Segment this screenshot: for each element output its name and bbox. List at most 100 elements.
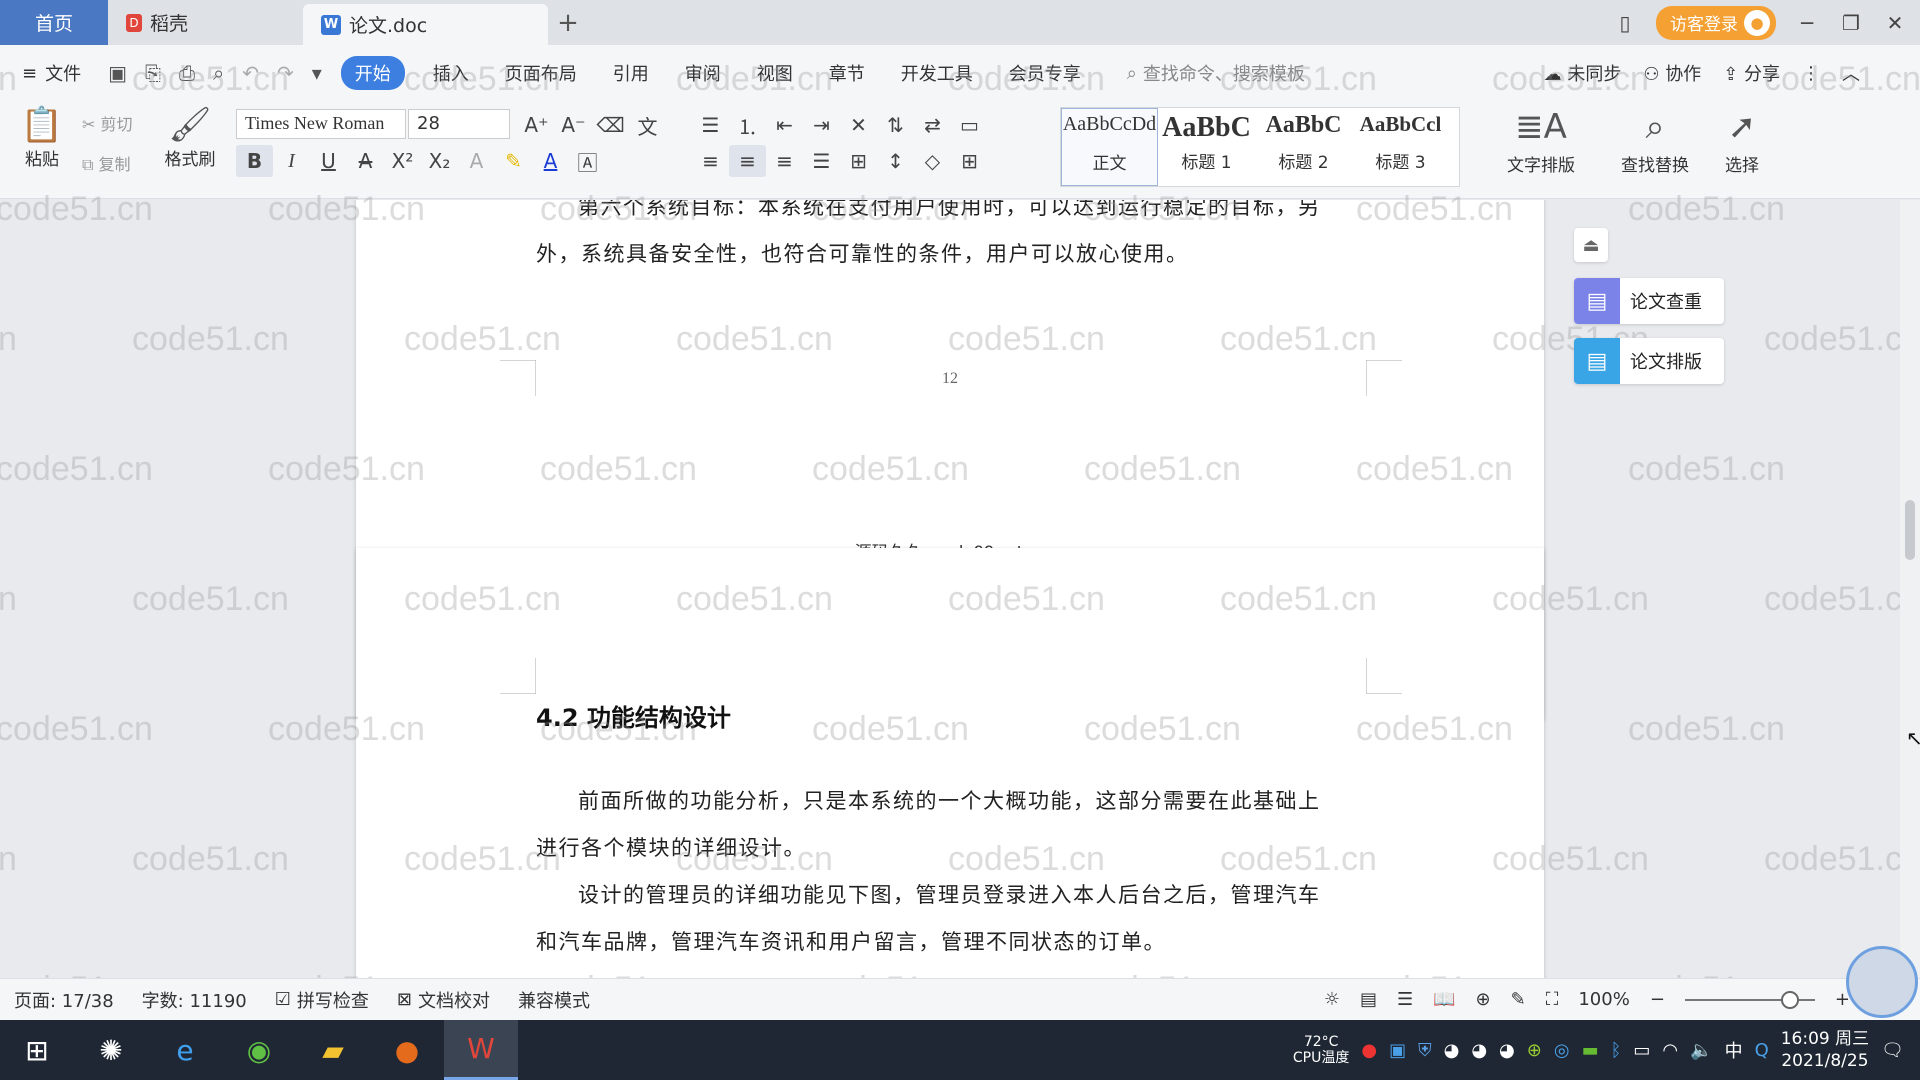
subscript-icon[interactable]: X₂ [421, 145, 458, 177]
menu-home[interactable]: 开始 [340, 56, 405, 90]
underline-icon[interactable]: U [310, 145, 347, 177]
layout-toggle-icon[interactable]: ▯ [1612, 11, 1638, 35]
doc-proof-button[interactable]: ⊠ 文档校对 [383, 987, 504, 1013]
command-search[interactable]: ⌕ 查找命令、搜索模板 [1127, 60, 1305, 86]
share-button[interactable]: ⇪ 分享 [1723, 60, 1780, 86]
bluetooth-icon[interactable]: ᛒ [1611, 1040, 1622, 1061]
align-right-icon[interactable]: ≡ [766, 145, 803, 177]
scrollbar-thumb[interactable] [1905, 500, 1915, 560]
align-left-icon[interactable]: ≡ [692, 145, 729, 177]
menu-references[interactable]: 引用 [595, 60, 667, 86]
page-view-icon[interactable]: ▤ [1360, 989, 1377, 1010]
side-panel-collapse-icon[interactable]: ⏏ [1574, 228, 1608, 262]
notification-icon[interactable]: 🗨 [1881, 1040, 1904, 1061]
font-size-select[interactable]: 28 [408, 109, 510, 139]
battery-icon[interactable]: ▭ [1633, 1040, 1650, 1061]
redo-icon[interactable]: ↷ [268, 61, 303, 85]
write-mode-icon[interactable]: ✎ [1511, 989, 1526, 1010]
browser-360-icon[interactable]: ◉ [222, 1020, 296, 1080]
justify-icon[interactable]: ☰ [803, 145, 840, 177]
taskbar-clock[interactable]: 16:09 周三 2021/8/25 [1781, 1028, 1869, 1072]
quick-access-dropdown-icon[interactable]: ▾ [303, 61, 331, 85]
zoom-out-icon[interactable]: − [1650, 989, 1665, 1010]
menu-file[interactable]: ≡ 文件 [0, 60, 99, 86]
shrink-font-icon[interactable]: A⁻ [555, 109, 592, 141]
menu-insert[interactable]: 插入 [415, 60, 487, 86]
wifi-icon[interactable]: ◠ [1662, 1040, 1678, 1061]
italic-icon[interactable]: I [273, 145, 310, 177]
ime-indicator[interactable]: 中 [1725, 1037, 1743, 1063]
save-icon[interactable]: ▣ [99, 61, 136, 85]
fit-page-icon[interactable]: ⛶ [1546, 989, 1559, 1010]
text-direction-icon[interactable]: ⇄ [914, 109, 951, 141]
menu-view[interactable]: 视图 [739, 60, 811, 86]
shading-icon[interactable]: ◇ [914, 145, 951, 177]
borders-icon[interactable]: ⊞ [951, 145, 988, 177]
outline-view-icon[interactable]: ☰ [1397, 989, 1413, 1010]
vertical-scrollbar[interactable] [1900, 200, 1920, 978]
tray-nvidia-icon[interactable]: ▬ [1582, 1040, 1599, 1061]
menu-review[interactable]: 审阅 [667, 60, 739, 86]
font-name-select[interactable]: Times New Roman [236, 109, 406, 139]
font-color-icon[interactable]: A [532, 145, 569, 177]
print-preview-icon[interactable]: ⌕ [204, 61, 233, 85]
phonetic-guide-icon[interactable]: 文 [629, 109, 666, 141]
tray-shield-icon[interactable]: ⛨ [1418, 1040, 1432, 1061]
minimize-icon[interactable]: ─ [1794, 11, 1820, 35]
restore-icon[interactable]: ❐ [1838, 11, 1864, 35]
tray-app-icon-2[interactable]: ◎ [1554, 1040, 1570, 1061]
find-replace-button[interactable]: ⌕ 查找替换 [1610, 107, 1700, 176]
eye-protection-icon[interactable]: ☼ [1324, 989, 1340, 1010]
close-window-icon[interactable]: ✕ [1882, 11, 1908, 35]
tray-qq-icon-2[interactable]: ◕ [1471, 1040, 1487, 1061]
pinwheel-app-icon[interactable]: ✺ [74, 1020, 148, 1080]
sort-icon[interactable]: ⇅ [877, 109, 914, 141]
tray-network-app-icon[interactable]: ▣ [1389, 1040, 1406, 1061]
visitor-login-button[interactable]: 访客登录 ● [1656, 5, 1776, 40]
read-mode-icon[interactable]: 📖 [1433, 989, 1455, 1010]
print-icon[interactable]: ⎙ [170, 61, 204, 85]
numbered-list-icon[interactable]: ⒈ [729, 109, 766, 141]
increase-indent-icon[interactable]: ⇥ [803, 109, 840, 141]
game-app-icon[interactable]: ● [370, 1020, 444, 1080]
page-indicator[interactable]: 页面: 17/38 [0, 987, 128, 1013]
tab-document[interactable]: W 论文.doc [303, 4, 548, 45]
new-tab-button[interactable]: + [548, 0, 588, 45]
copy-button[interactable]: ⧉ 复制 [82, 151, 131, 175]
tray-app-icon[interactable]: ● [1361, 1040, 1377, 1061]
bold-icon[interactable]: B [236, 145, 273, 177]
word-count[interactable]: 字数: 11190 [128, 987, 261, 1013]
wps-taskbar-icon[interactable]: W [444, 1020, 518, 1080]
start-menu-icon[interactable]: ⊞ [0, 1020, 74, 1080]
ruler-icon[interactable]: ▭ [951, 109, 988, 141]
align-center-icon[interactable]: ≡ [729, 145, 766, 177]
style-heading-2[interactable]: AaBbC 标题 2 [1255, 108, 1352, 186]
menu-page-layout[interactable]: 页面布局 [487, 60, 595, 86]
tray-plus-icon[interactable]: ⊕ [1527, 1040, 1542, 1061]
collaborate-button[interactable]: ⚇ 协作 [1643, 60, 1701, 86]
paper-layout-button[interactable]: ▤ 论文排版 [1574, 338, 1724, 384]
volume-icon[interactable]: 🔈 [1690, 1040, 1712, 1061]
highlight-icon[interactable]: ✎ [495, 145, 532, 177]
select-button[interactable]: ➚ 选择 [1712, 107, 1772, 176]
file-explorer-icon[interactable]: ▰ [296, 1020, 370, 1080]
style-heading-3[interactable]: AaBbCcl 标题 3 [1352, 108, 1449, 186]
line-spacing-icon[interactable]: ↕ [877, 145, 914, 177]
cut-button[interactable]: ✂ 剪切 [82, 111, 133, 135]
tray-q-icon[interactable]: Q [1755, 1040, 1769, 1061]
web-view-icon[interactable]: ⊕ [1476, 989, 1491, 1010]
distributed-icon[interactable]: ⊞ [840, 145, 877, 177]
more-icon[interactable]: ⋮ [1802, 63, 1820, 84]
format-painter-button[interactable]: 🖌 格式刷 [162, 105, 218, 170]
menu-member[interactable]: 会员专享 [991, 60, 1099, 86]
style-normal[interactable]: AaBbCcDd 正文 [1061, 108, 1158, 186]
paste-button[interactable]: 📋 粘贴 [16, 105, 68, 170]
strikethrough-icon[interactable]: A [347, 145, 384, 177]
decrease-indent-icon[interactable]: ⇤ [766, 109, 803, 141]
char-border-icon[interactable]: 🄰 [569, 145, 606, 177]
menu-developer[interactable]: 开发工具 [883, 60, 991, 86]
tray-qq-icon[interactable]: ◕ [1444, 1040, 1460, 1061]
collapse-ribbon-icon[interactable]: ︿ [1842, 60, 1860, 86]
tray-qq-icon-3[interactable]: ◕ [1499, 1040, 1515, 1061]
zoom-slider-knob[interactable] [1780, 990, 1799, 1009]
